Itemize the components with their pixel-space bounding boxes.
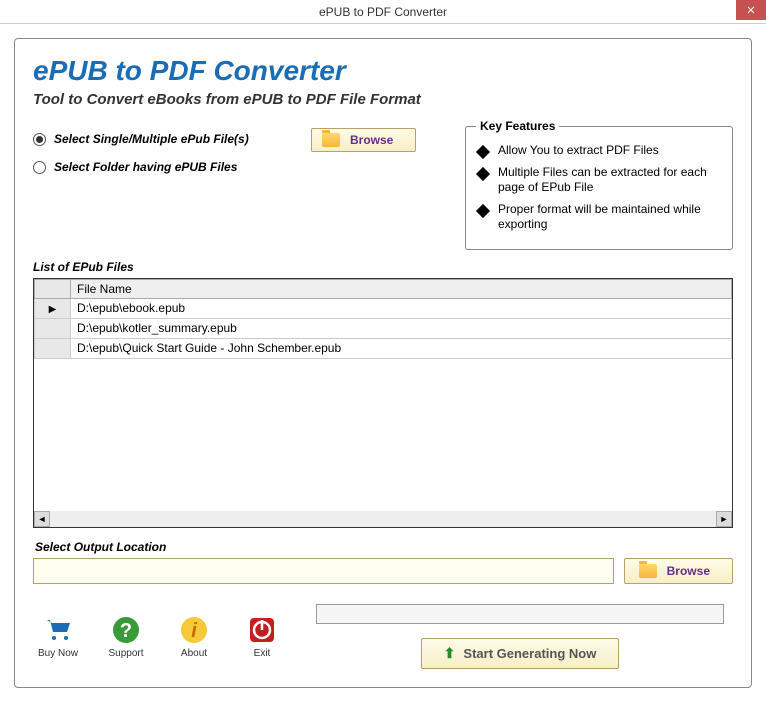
- browse-source-button[interactable]: Browse: [311, 128, 416, 152]
- horizontal-scrollbar[interactable]: ◄ ►: [34, 511, 732, 527]
- radio-single-multiple[interactable]: Select Single/Multiple ePub File(s): [33, 132, 303, 146]
- table-row[interactable]: D:\epub\kotler_summary.epub: [35, 318, 732, 338]
- bullet-icon: [476, 145, 490, 159]
- bullet-icon: [476, 204, 490, 218]
- current-row-icon: ▶: [49, 304, 57, 315]
- generate-label: Start Generating Now: [463, 646, 596, 661]
- file-cell[interactable]: D:\epub\ebook.epub: [71, 298, 732, 318]
- file-cell[interactable]: D:\epub\Quick Start Guide - John Schembe…: [71, 338, 732, 358]
- row-header: ▶: [35, 298, 71, 318]
- scroll-right-icon[interactable]: ►: [716, 511, 732, 527]
- svg-text:i: i: [191, 620, 197, 642]
- app-subtitle: Tool to Convert eBooks from ePUB to PDF …: [33, 91, 733, 108]
- scroll-left-icon[interactable]: ◄: [34, 511, 50, 527]
- output-location-input[interactable]: [33, 558, 614, 584]
- support-button[interactable]: ? Support: [101, 614, 151, 659]
- question-icon: ?: [110, 614, 142, 646]
- table-header-row: File Name: [35, 279, 732, 298]
- browse-label: Browse: [350, 133, 393, 147]
- up-arrow-icon: ⬆: [444, 645, 456, 662]
- exit-button[interactable]: Exit: [237, 614, 287, 659]
- icon-label: Exit: [254, 648, 271, 659]
- info-icon: i: [178, 614, 210, 646]
- file-list-table[interactable]: File Name ▶ D:\epub\ebook.epub D:\epub\k…: [33, 278, 733, 528]
- feature-text: Allow You to extract PDF Files: [498, 143, 659, 159]
- power-icon: [246, 614, 278, 646]
- start-generating-button[interactable]: ⬆ Start Generating Now: [421, 638, 620, 669]
- folder-icon: [322, 133, 340, 147]
- browse-label: Browse: [667, 564, 710, 578]
- svg-text:?: ?: [120, 620, 132, 642]
- features-title: Key Features: [476, 119, 559, 133]
- row-header-corner: [35, 279, 71, 298]
- column-header-filename[interactable]: File Name: [71, 279, 732, 298]
- bullet-icon: [476, 167, 490, 181]
- feature-item: Proper format will be maintained while e…: [478, 202, 720, 233]
- feature-item: Multiple Files can be extracted for each…: [478, 165, 720, 196]
- window-title: ePUB to PDF Converter: [319, 5, 447, 19]
- output-label: Select Output Location: [35, 540, 733, 554]
- folder-icon: [639, 564, 657, 578]
- list-label: List of EPub Files: [33, 260, 733, 274]
- feature-item: Allow You to extract PDF Files: [478, 143, 720, 159]
- file-cell[interactable]: D:\epub\kotler_summary.epub: [71, 318, 732, 338]
- feature-text: Multiple Files can be extracted for each…: [498, 165, 720, 196]
- app-title: ePUB to PDF Converter: [33, 55, 733, 87]
- cart-icon: [42, 614, 74, 646]
- radio-label: Select Folder having ePUB Files: [54, 160, 237, 174]
- feature-text: Proper format will be maintained while e…: [498, 202, 720, 233]
- about-button[interactable]: i About: [169, 614, 219, 659]
- icon-label: Buy Now: [38, 648, 78, 659]
- radio-icon: [33, 161, 46, 174]
- radio-icon: [33, 133, 46, 146]
- browse-output-button[interactable]: Browse: [624, 558, 733, 584]
- icon-label: About: [181, 648, 207, 659]
- icon-label: Support: [108, 648, 143, 659]
- radio-label: Select Single/Multiple ePub File(s): [54, 132, 249, 146]
- table-row[interactable]: ▶ D:\epub\ebook.epub: [35, 298, 732, 318]
- row-header: [35, 318, 71, 338]
- key-features-panel: Key Features Allow You to extract PDF Fi…: [465, 126, 733, 250]
- close-button[interactable]: ✕: [736, 0, 766, 20]
- buy-now-button[interactable]: Buy Now: [33, 614, 83, 659]
- titlebar: ePUB to PDF Converter ✕: [0, 0, 766, 24]
- progress-bar: [316, 604, 725, 624]
- radio-folder[interactable]: Select Folder having ePUB Files: [33, 160, 303, 174]
- table-row[interactable]: D:\epub\Quick Start Guide - John Schembe…: [35, 338, 732, 358]
- row-header: [35, 338, 71, 358]
